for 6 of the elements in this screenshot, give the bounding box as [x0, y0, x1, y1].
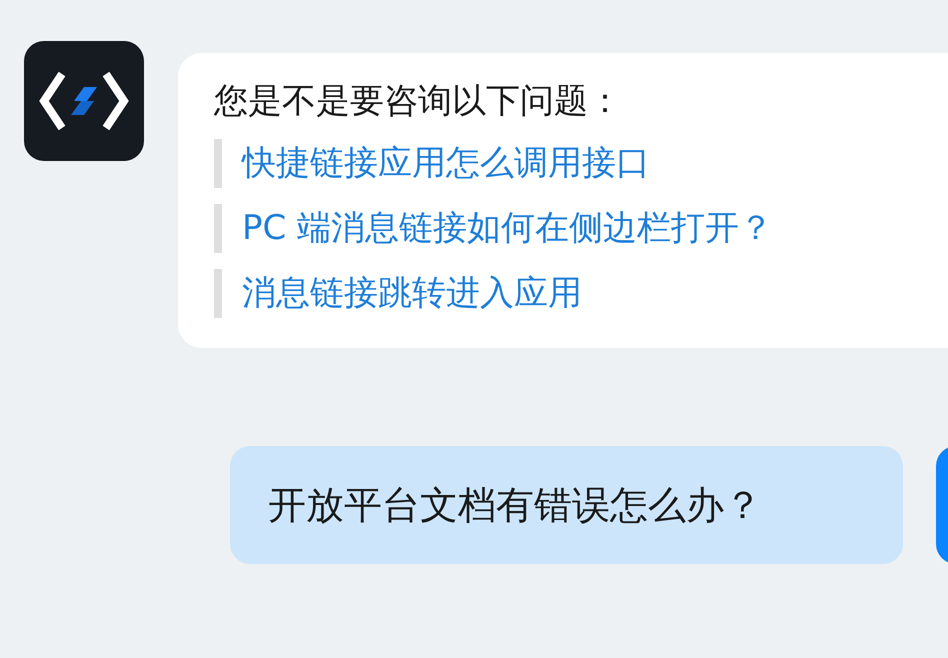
suggestion-link[interactable]: 消息链接跳转进入应用 — [214, 269, 582, 318]
bot-logo-icon — [24, 41, 144, 161]
message-text: 开放平台文档有错误怎么办？ — [268, 482, 762, 528]
suggestion-link[interactable]: PC 端消息链接如何在侧边栏打开？ — [214, 204, 774, 253]
suggestion-link[interactable]: 快捷链接应用怎么调用接口 — [214, 139, 650, 188]
message-text: 您是不是要咨询以下问题： — [214, 80, 622, 123]
